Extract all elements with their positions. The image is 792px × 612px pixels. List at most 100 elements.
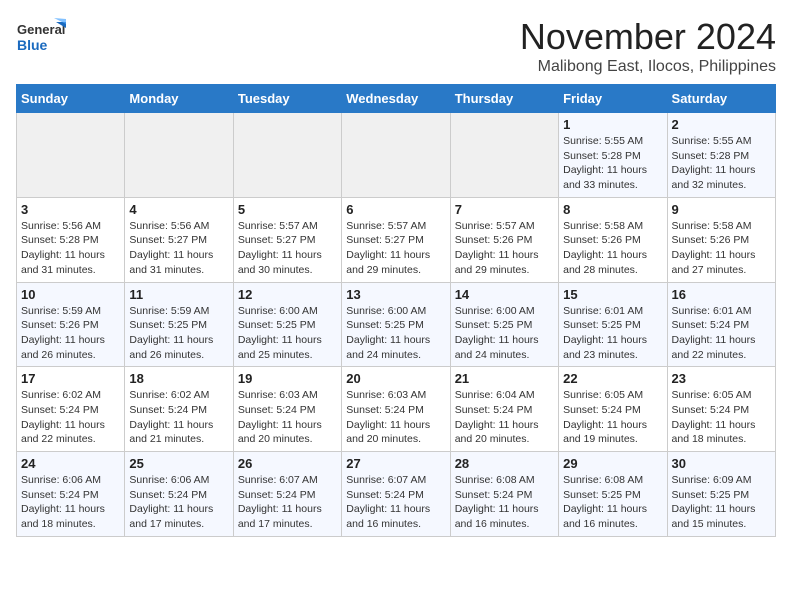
day-number: 7 <box>455 202 554 217</box>
day-info: Sunrise: 5:57 AM Sunset: 5:27 PM Dayligh… <box>238 219 337 278</box>
weekday-header: Wednesday <box>342 85 450 113</box>
day-number: 5 <box>238 202 337 217</box>
day-number: 1 <box>563 117 662 132</box>
calendar-day-cell: 14 Sunrise: 6:00 AM Sunset: 5:25 PM Dayli… <box>450 282 558 367</box>
calendar-day-cell <box>125 113 233 198</box>
day-info: Sunrise: 5:58 AM Sunset: 5:26 PM Dayligh… <box>563 219 662 278</box>
weekday-header: Tuesday <box>233 85 341 113</box>
weekday-header: Sunday <box>17 85 125 113</box>
calendar-week-row: 3Sunrise: 5:56 AM Sunset: 5:28 PM Daylig… <box>17 197 776 282</box>
day-number: 18 <box>129 371 228 386</box>
day-number: 16 <box>672 287 771 302</box>
day-number: 30 <box>672 456 771 471</box>
day-info: Sunrise: 6:09 AM Sunset: 5:25 PM Dayligh… <box>672 473 771 532</box>
calendar-day-cell: 19Sunrise: 6:03 AM Sunset: 5:24 PM Dayli… <box>233 367 341 452</box>
calendar-day-cell: 6 Sunrise: 5:57 AM Sunset: 5:27 PM Daylig… <box>342 197 450 282</box>
calendar-week-row: 1 Sunrise: 5:55 AM Sunset: 5:28 PM Daylig… <box>17 113 776 198</box>
calendar-day-cell: 11 Sunrise: 5:59 AM Sunset: 5:25 PM Dayli… <box>125 282 233 367</box>
calendar-day-cell: 17Sunrise: 6:02 AM Sunset: 5:24 PM Dayli… <box>17 367 125 452</box>
calendar-day-cell: 18 Sunrise: 6:02 AM Sunset: 5:24 PM Dayli… <box>125 367 233 452</box>
day-info: Sunrise: 6:02 AM Sunset: 5:24 PM Dayligh… <box>129 388 228 447</box>
calendar-day-cell: 13 Sunrise: 6:00 AM Sunset: 5:25 PM Dayli… <box>342 282 450 367</box>
day-number: 12 <box>238 287 337 302</box>
weekday-header-row: SundayMondayTuesdayWednesdayThursdayFrid… <box>17 85 776 113</box>
calendar-week-row: 17 Sunrise: 6:02 AM Sunset: 5:24 PM Dayli… <box>17 367 776 452</box>
weekday-header: Saturday <box>667 85 775 113</box>
calendar-day-cell: 1Sunrise: 5:55 AM Sunset: 5:28 PM Daylig… <box>559 113 667 198</box>
day-info: Sunrise: 6:07 AM Sunset: 5:24 PM Dayligh… <box>346 473 445 532</box>
calendar-day-cell: 27 Sunrise: 6:07 AM Sunset: 5:24 PM Dayli… <box>342 452 450 537</box>
svg-text:Blue: Blue <box>17 37 48 53</box>
calendar-day-cell: 30 Sunrise: 6:09 AM Sunset: 5:25 PM Dayli… <box>667 452 775 537</box>
calendar-day-cell <box>342 113 450 198</box>
weekday-header: Thursday <box>450 85 558 113</box>
calendar-day-cell: 3Sunrise: 5:56 AM Sunset: 5:28 PM Daylig… <box>17 197 125 282</box>
day-info: Sunrise: 5:59 AM Sunset: 5:25 PM Dayligh… <box>129 304 228 363</box>
calendar-day-cell <box>233 113 341 198</box>
weekday-header: Monday <box>125 85 233 113</box>
day-number: 21 <box>455 371 554 386</box>
calendar-day-cell: 22 Sunrise: 6:05 AM Sunset: 5:24 PM Dayli… <box>559 367 667 452</box>
day-number: 25 <box>129 456 228 471</box>
svg-text:General: General <box>17 22 65 37</box>
calendar-day-cell: 15 Sunrise: 6:01 AM Sunset: 5:25 PM Dayli… <box>559 282 667 367</box>
calendar-table: SundayMondayTuesdayWednesdayThursdayFrid… <box>16 84 776 537</box>
day-info: Sunrise: 6:05 AM Sunset: 5:24 PM Dayligh… <box>563 388 662 447</box>
calendar-day-cell: 12Sunrise: 6:00 AM Sunset: 5:25 PM Dayli… <box>233 282 341 367</box>
day-info: Sunrise: 6:06 AM Sunset: 5:24 PM Dayligh… <box>21 473 120 532</box>
day-number: 29 <box>563 456 662 471</box>
day-info: Sunrise: 6:07 AM Sunset: 5:24 PM Dayligh… <box>238 473 337 532</box>
day-number: 24 <box>21 456 120 471</box>
title-area: November 2024 Malibong East, Ilocos, Phi… <box>520 16 776 76</box>
day-info: Sunrise: 6:06 AM Sunset: 5:24 PM Dayligh… <box>129 473 228 532</box>
day-info: Sunrise: 5:58 AM Sunset: 5:26 PM Dayligh… <box>672 219 771 278</box>
calendar-day-cell: 24 Sunrise: 6:06 AM Sunset: 5:24 PM Dayli… <box>17 452 125 537</box>
calendar-day-cell: 23 Sunrise: 6:05 AM Sunset: 5:24 PM Dayli… <box>667 367 775 452</box>
day-info: Sunrise: 6:00 AM Sunset: 5:25 PM Dayligh… <box>346 304 445 363</box>
day-info: Sunrise: 6:04 AM Sunset: 5:24 PM Dayligh… <box>455 388 554 447</box>
day-number: 26 <box>238 456 337 471</box>
day-number: 4 <box>129 202 228 217</box>
calendar-day-cell: 7 Sunrise: 5:57 AM Sunset: 5:26 PM Daylig… <box>450 197 558 282</box>
day-number: 22 <box>563 371 662 386</box>
day-info: Sunrise: 6:03 AM Sunset: 5:24 PM Dayligh… <box>238 388 337 447</box>
logo-svg: General Blue <box>16 16 66 60</box>
day-number: 14 <box>455 287 554 302</box>
calendar-day-cell: 21 Sunrise: 6:04 AM Sunset: 5:24 PM Dayli… <box>450 367 558 452</box>
calendar-day-cell <box>17 113 125 198</box>
day-info: Sunrise: 6:03 AM Sunset: 5:24 PM Dayligh… <box>346 388 445 447</box>
day-number: 27 <box>346 456 445 471</box>
day-number: 8 <box>563 202 662 217</box>
day-number: 15 <box>563 287 662 302</box>
day-number: 11 <box>129 287 228 302</box>
calendar-day-cell: 28Sunrise: 6:08 AM Sunset: 5:24 PM Dayli… <box>450 452 558 537</box>
calendar-day-cell: 26 Sunrise: 6:07 AM Sunset: 5:24 PM Dayli… <box>233 452 341 537</box>
day-info: Sunrise: 5:55 AM Sunset: 5:28 PM Dayligh… <box>672 134 771 193</box>
calendar-day-cell: 4Sunrise: 5:56 AM Sunset: 5:27 PM Daylig… <box>125 197 233 282</box>
day-number: 10 <box>21 287 120 302</box>
day-number: 6 <box>346 202 445 217</box>
calendar-day-cell: 16Sunrise: 6:01 AM Sunset: 5:24 PM Dayli… <box>667 282 775 367</box>
day-info: Sunrise: 6:08 AM Sunset: 5:25 PM Dayligh… <box>563 473 662 532</box>
day-info: Sunrise: 5:57 AM Sunset: 5:26 PM Dayligh… <box>455 219 554 278</box>
calendar-day-cell: 29 Sunrise: 6:08 AM Sunset: 5:25 PM Dayli… <box>559 452 667 537</box>
day-number: 28 <box>455 456 554 471</box>
day-number: 9 <box>672 202 771 217</box>
day-number: 2 <box>672 117 771 132</box>
day-number: 23 <box>672 371 771 386</box>
day-number: 13 <box>346 287 445 302</box>
day-info: Sunrise: 6:00 AM Sunset: 5:25 PM Dayligh… <box>455 304 554 363</box>
calendar-day-cell: 10Sunrise: 5:59 AM Sunset: 5:26 PM Dayli… <box>17 282 125 367</box>
logo: General Blue <box>16 16 66 60</box>
day-number: 17 <box>21 371 120 386</box>
calendar-day-cell <box>450 113 558 198</box>
day-info: Sunrise: 5:57 AM Sunset: 5:27 PM Dayligh… <box>346 219 445 278</box>
calendar-day-cell: 8 Sunrise: 5:58 AM Sunset: 5:26 PM Daylig… <box>559 197 667 282</box>
day-number: 3 <box>21 202 120 217</box>
calendar-day-cell: 20Sunrise: 6:03 AM Sunset: 5:24 PM Dayli… <box>342 367 450 452</box>
day-info: Sunrise: 6:01 AM Sunset: 5:25 PM Dayligh… <box>563 304 662 363</box>
weekday-header: Friday <box>559 85 667 113</box>
location-title: Malibong East, Ilocos, Philippines <box>520 58 776 76</box>
calendar-week-row: 10Sunrise: 5:59 AM Sunset: 5:26 PM Dayli… <box>17 282 776 367</box>
day-info: Sunrise: 6:05 AM Sunset: 5:24 PM Dayligh… <box>672 388 771 447</box>
